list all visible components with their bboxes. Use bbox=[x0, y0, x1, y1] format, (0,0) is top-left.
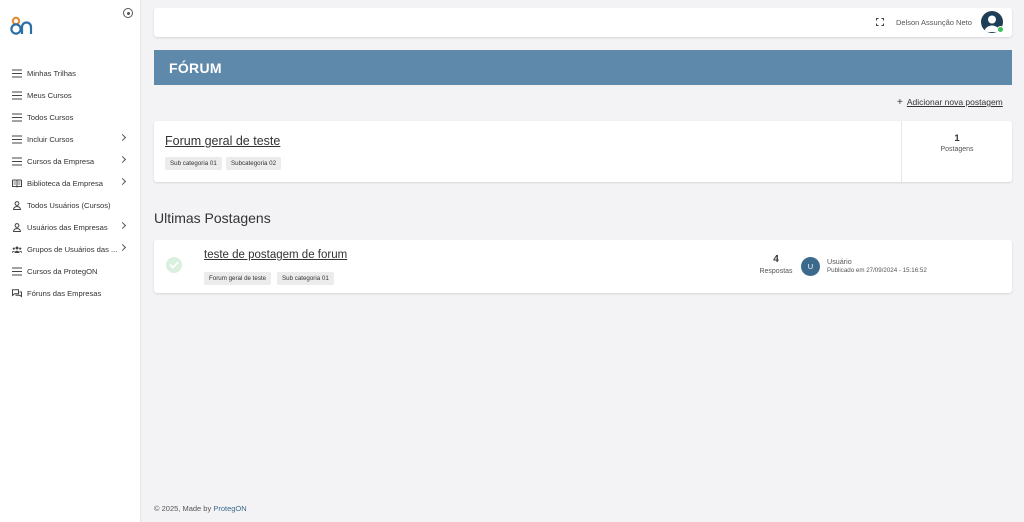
sidebar-item-meus-cursos[interactable]: Meus Cursos bbox=[0, 84, 141, 106]
sidebar-item-minhas-trilhas[interactable]: Minhas Trilhas bbox=[0, 62, 141, 84]
user-name[interactable]: Delson Assunção Neto bbox=[896, 18, 972, 27]
footer-text: © 2025, Made by bbox=[154, 504, 214, 513]
sidebar-item-cursos-da-protegon[interactable]: Cursos da ProtegON bbox=[0, 260, 141, 282]
post-tag: Sub categoria 01 bbox=[277, 272, 334, 285]
chat-icon bbox=[12, 288, 22, 297]
book-icon bbox=[12, 179, 22, 187]
list-icon bbox=[12, 112, 22, 122]
sidebar-item-label: Fóruns das Empresas bbox=[27, 288, 102, 298]
replies-count: 4 bbox=[773, 254, 779, 265]
sidebar-item-grupos-de-usuarios[interactable]: Grupos de Usuários das ... bbox=[0, 238, 141, 260]
sidebar-item-label: Biblioteca da Empresa bbox=[27, 178, 103, 188]
sidebar-item-label: Todos Cursos bbox=[27, 112, 74, 122]
sidebar-item-label: Todos Usuários (Cursos) bbox=[27, 200, 111, 210]
post-tag: Forum geral de teste bbox=[204, 272, 272, 285]
chevron-right-icon bbox=[118, 243, 127, 252]
list-icon bbox=[12, 156, 22, 166]
fullscreen-icon[interactable] bbox=[876, 18, 884, 26]
sidebar-item-label: Grupos de Usuários das ... bbox=[27, 244, 118, 254]
author-name: Usuário bbox=[827, 257, 852, 266]
post-count-label: Postagens bbox=[940, 146, 974, 153]
forum-card: Forum geral de teste Sub categoria 01 Su… bbox=[154, 121, 1012, 182]
top-bar: Delson Assunção Neto bbox=[154, 8, 1012, 37]
user-icon bbox=[12, 222, 22, 232]
chevron-right-icon bbox=[118, 133, 127, 142]
chevron-right-icon bbox=[118, 221, 127, 230]
plus-icon: + bbox=[897, 97, 903, 108]
sidebar-item-cursos-da-empresa[interactable]: Cursos da Empresa bbox=[0, 150, 141, 172]
footer: © 2025, Made by ProtegON bbox=[154, 504, 247, 513]
author-avatar: U bbox=[801, 257, 820, 276]
list-icon bbox=[12, 90, 22, 100]
user-icon bbox=[12, 200, 22, 210]
sidebar-nav: Minhas Trilhas Meus Cursos Todos Cursos … bbox=[0, 62, 141, 304]
sidebar-item-label: Incluir Cursos bbox=[27, 134, 74, 144]
sidebar: Minhas Trilhas Meus Cursos Todos Cursos … bbox=[0, 0, 141, 522]
sidebar-collapse-icon[interactable] bbox=[123, 8, 133, 18]
list-icon bbox=[12, 68, 22, 78]
replies-label: Respostas bbox=[759, 268, 793, 275]
footer-brand-link[interactable]: ProtegON bbox=[213, 504, 246, 513]
forum-tag: Subcategoria 02 bbox=[226, 157, 282, 170]
chevron-right-icon bbox=[118, 155, 127, 164]
sidebar-item-usuarios-das-empresas[interactable]: Usuários das Empresas bbox=[0, 216, 141, 238]
users-group-icon bbox=[12, 246, 22, 253]
sidebar-item-todos-usuarios[interactable]: Todos Usuários (Cursos) bbox=[0, 194, 141, 216]
sidebar-item-foruns-das-empresas[interactable]: Fóruns das Empresas bbox=[0, 282, 141, 304]
forum-tag: Sub categoria 01 bbox=[165, 157, 222, 170]
sidebar-item-todos-cursos[interactable]: Todos Cursos bbox=[0, 106, 141, 128]
chevron-right-icon bbox=[118, 177, 127, 186]
list-icon bbox=[12, 134, 22, 144]
page-title: FÓRUM bbox=[154, 50, 1012, 85]
add-post-button[interactable]: + Adicionar nova postagem bbox=[897, 97, 1003, 108]
sidebar-item-biblioteca-da-empresa[interactable]: Biblioteca da Empresa bbox=[0, 172, 141, 194]
list-icon bbox=[12, 266, 22, 276]
sidebar-item-label: Meus Cursos bbox=[27, 90, 72, 100]
post-card: teste de postagem de forum Forum geral d… bbox=[154, 240, 1012, 293]
sidebar-item-label: Cursos da Empresa bbox=[27, 156, 95, 166]
sidebar-item-label: Minhas Trilhas bbox=[27, 68, 76, 78]
check-circle-icon bbox=[166, 257, 182, 273]
sidebar-item-label: Usuários das Empresas bbox=[27, 222, 108, 232]
sidebar-item-label: Cursos da ProtegON bbox=[27, 266, 98, 276]
post-title-link[interactable]: teste de postagem de forum bbox=[204, 249, 347, 261]
latest-posts-heading: Ultimas Postagens bbox=[154, 210, 271, 226]
protegon-logo[interactable] bbox=[10, 16, 34, 36]
sidebar-item-incluir-cursos[interactable]: Incluir Cursos bbox=[0, 128, 141, 150]
post-count: 1 bbox=[954, 133, 960, 144]
published-date: Publicado em 27/09/2024 - 15:16:52 bbox=[827, 267, 927, 274]
add-post-label: Adicionar nova postagem bbox=[906, 97, 1003, 107]
forum-title-link[interactable]: Forum geral de teste bbox=[165, 134, 280, 148]
online-status-indicator bbox=[997, 26, 1004, 33]
